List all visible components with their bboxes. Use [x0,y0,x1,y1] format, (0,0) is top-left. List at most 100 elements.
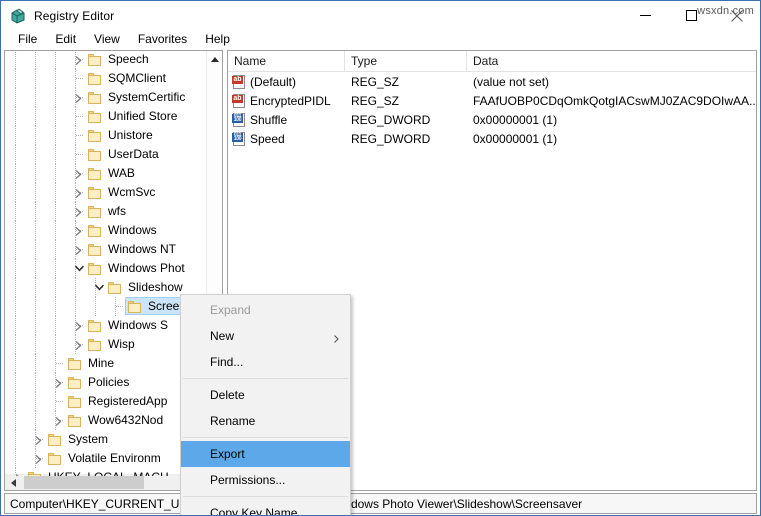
menu-view[interactable]: View [85,31,129,48]
chevron-right-icon[interactable] [71,240,87,259]
tree-expander-empty [71,145,87,164]
table-row[interactable]: ab (Default) REG_SZ (value not set) [228,72,756,91]
tree-horizontal-scroll-thumb[interactable] [24,476,144,489]
chevron-right-icon[interactable] [71,202,87,221]
tree-node[interactable]: Wisp [5,335,208,354]
tree-node[interactable]: RegisteredApp [5,392,208,411]
values-list: ab (Default) REG_SZ (value not set) ab Encryp… [228,72,756,148]
chevron-down-icon[interactable] [91,278,107,297]
value-type: REG_SZ [351,93,400,108]
tree-node[interactable]: Windows Phot [5,259,208,278]
context-menu-item-copy-key-name[interactable]: Copy Key Name [181,500,350,515]
tree-node-label: Wow6432Nod [88,413,164,427]
tree-node[interactable]: Unistore [5,126,208,145]
folder-icon [127,299,143,315]
tree-node[interactable]: Mine [5,354,208,373]
chevron-right-icon[interactable] [31,430,47,449]
tree-node[interactable]: Windows [5,221,208,240]
tree-node[interactable]: Slideshow [5,278,208,297]
tree-node[interactable]: wfs [5,202,208,221]
chevron-right-icon[interactable] [71,164,87,183]
value-type: REG_DWORD [351,112,431,127]
tree-node[interactable]: WcmSvc [5,183,208,202]
value-name: Shuffle [250,112,288,127]
folder-icon [87,242,103,258]
tree-node[interactable]: Speech [5,51,208,69]
chevron-right-icon[interactable] [71,51,87,69]
menu-edit[interactable]: Edit [46,31,85,48]
chevron-right-icon[interactable] [51,411,67,430]
chevron-down-icon[interactable] [71,259,87,278]
chevron-right-icon[interactable] [71,183,87,202]
minimize-button[interactable] [622,1,668,30]
context-menu-item-rename[interactable]: Rename [181,408,350,434]
menu-favorites[interactable]: Favorites [129,31,196,48]
chevron-right-icon[interactable] [11,468,27,476]
table-row[interactable]: 011 100 Shuffle REG_DWORD 0x00000001 (1) [228,110,756,129]
context-menu-item-permissions[interactable]: Permissions... [181,467,350,493]
chevron-right-icon [334,332,339,346]
chevron-right-icon[interactable] [31,449,47,468]
tree-node[interactable]: Windows NT [5,240,208,259]
tree-expander-empty [51,354,67,373]
chevron-right-icon[interactable] [71,335,87,354]
tree-expander-empty [71,126,87,145]
folder-icon [87,318,103,334]
tree-node[interactable]: Volatile Environm [5,449,208,468]
string-value-icon: ab [232,74,246,89]
tree-node-label: WcmSvc [108,185,156,199]
tree-node-label: HKEY_LOCAL_MACH [45,468,169,476]
context-menu-item-export[interactable]: Export [181,441,350,467]
tree-vertical-scroll-thumb[interactable] [208,69,222,219]
context-menu-item-delete[interactable]: Delete [181,382,350,408]
tree-node[interactable]: Wow6432Nod [5,411,208,430]
column-header-name[interactable]: Name [228,51,345,71]
tree-node[interactable]: Policies [5,373,208,392]
tree-node-label: Windows Phot [108,261,185,275]
tree-node-label: SystemCertific [108,90,186,104]
tree-node-label: Speech [108,52,149,66]
menu-file[interactable]: File [9,31,46,48]
context-menu-item-label: Permissions... [210,473,286,487]
tree-node[interactable]: UserData [5,145,208,164]
tree-node[interactable]: SystemCertific [5,88,208,107]
tree-node-label: SQMClient [108,71,167,85]
title-bar: Registry Editor [1,1,760,30]
status-bar: Computer\HKEY_CURRENT_USER\SOFTWARE\Micr… [4,493,757,514]
menu-help[interactable]: Help [196,31,239,48]
folder-icon [47,451,63,467]
value-type: REG_DWORD [351,131,431,146]
folder-icon [87,147,103,163]
registry-tree[interactable]: Speech SQMClient SystemCertific Unified Sto… [5,51,208,476]
tree-node[interactable]: Windows S [5,316,208,335]
context-menu-item-find[interactable]: Find... [181,349,350,375]
tree-node[interactable]: WAB [5,164,208,183]
table-row[interactable]: 011 100 Speed REG_DWORD 0x00000001 (1) [228,129,756,148]
tree-node-label: Windows [108,223,157,237]
tree-node-label: Unified Store [108,109,178,123]
folder-icon [87,90,103,106]
tree-node[interactable]: Unified Store [5,107,208,126]
folder-icon [87,71,103,87]
chevron-right-icon[interactable] [71,88,87,107]
tree-node[interactable]: SQMClient [5,69,208,88]
context-menu-item-label: Rename [210,414,256,428]
value-data: (value not set) [473,74,550,89]
folder-icon [67,375,83,391]
values-column-headers: Name Type Data [228,51,756,72]
value-data: FAAfUOBP0CDqOmkQotgIACswMJ0ZAC9DOIwAA... [473,93,756,108]
column-header-type[interactable]: Type [345,51,467,71]
tree-expander-empty [71,107,87,126]
scroll-left-icon[interactable] [5,475,22,490]
context-menu-item-label: Delete [210,388,245,402]
tree-node[interactable]: System [5,430,208,449]
chevron-right-icon[interactable] [71,221,87,240]
tree-node[interactable]: Screensaver [5,297,208,316]
folder-icon [87,204,103,220]
scroll-up-icon[interactable] [207,51,222,68]
column-header-data[interactable]: Data [467,51,756,71]
chevron-right-icon[interactable] [71,316,87,335]
chevron-right-icon[interactable] [51,373,67,392]
context-menu-item-new[interactable]: New [181,323,350,349]
table-row[interactable]: ab EncryptedPIDL REG_SZ FAAfUOBP0CDqOmkQotg… [228,91,756,110]
